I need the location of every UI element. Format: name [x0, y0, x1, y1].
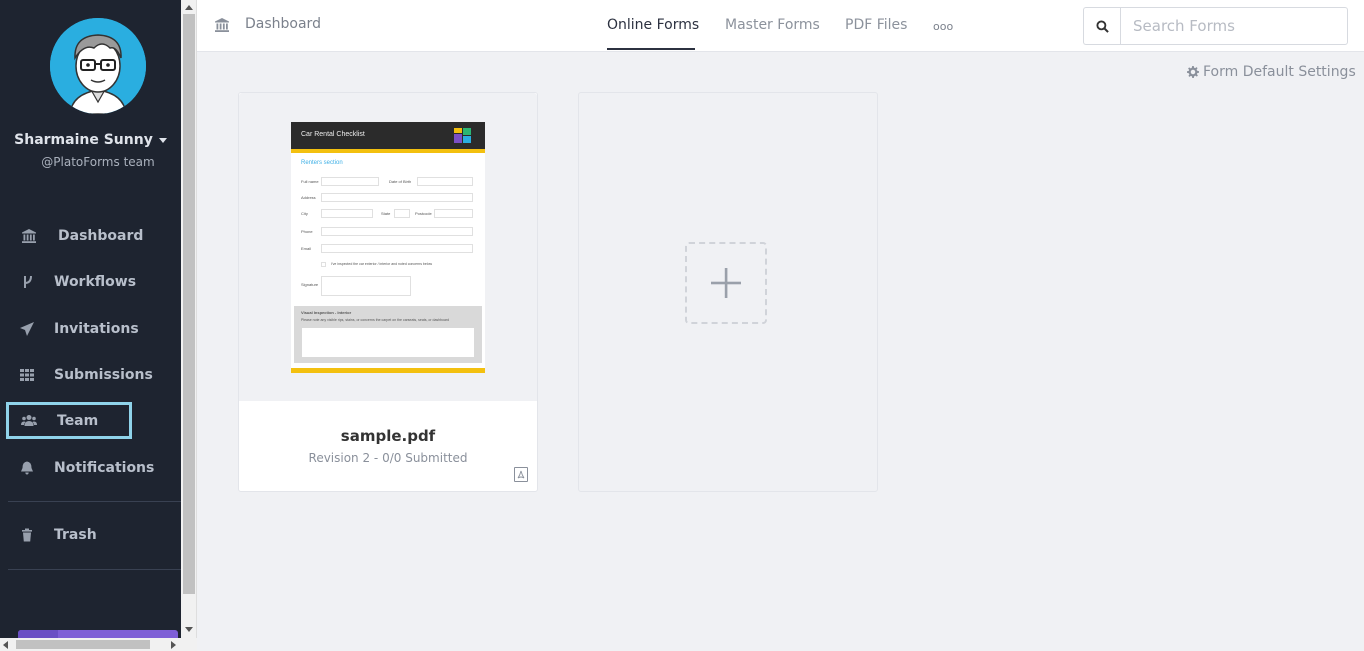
preview-field-label: Address: [301, 195, 316, 200]
trash-icon: [0, 527, 54, 543]
sidebar-item-notifications[interactable]: Notifications: [0, 453, 181, 483]
form-revision-status: Revision 2 - 0/0 Submitted: [308, 451, 468, 465]
user-name-dropdown[interactable]: Sharmaine Sunny: [0, 132, 181, 148]
tab-master-forms[interactable]: Master Forms: [725, 17, 820, 33]
tab-online-forms[interactable]: Online Forms: [607, 17, 699, 33]
avatar-image: [50, 18, 146, 114]
preview-field-label: Signature: [301, 282, 319, 287]
preview-field: [417, 177, 473, 186]
divider: [8, 569, 181, 570]
search-input[interactable]: [1120, 7, 1348, 45]
form-default-settings-link[interactable]: Form Default Settings: [1187, 64, 1356, 80]
sidebar-item-dashboard[interactable]: Dashboard: [0, 221, 181, 251]
team-highlight-outline: [6, 402, 132, 439]
tab-pdf-files[interactable]: PDF Files: [845, 17, 907, 33]
add-form-button[interactable]: [685, 242, 767, 324]
user-name: Sharmaine Sunny: [14, 132, 153, 148]
preview-field-label: Date of Birth: [389, 179, 412, 184]
preview-field: [321, 276, 411, 296]
sidebar-item-submissions[interactable]: Submissions: [0, 360, 181, 390]
scroll-right-arrow-icon[interactable]: [171, 641, 176, 649]
horizontal-scrollbar[interactable]: [0, 638, 181, 651]
preview-text-area: [302, 328, 474, 357]
plus-icon: [711, 268, 741, 298]
search-icon: [1096, 19, 1109, 33]
scroll-down-arrow-icon[interactable]: [181, 622, 197, 636]
divider: [8, 501, 181, 502]
preview-field-label: I've inspected the car exterior / interi…: [331, 262, 433, 266]
preview-field-label: City: [301, 211, 308, 216]
sidebar-item-label: Invitations: [54, 321, 139, 337]
pdf-file-icon[interactable]: [514, 467, 528, 482]
preview-field-label: Phone: [301, 229, 313, 234]
add-form-card[interactable]: [578, 92, 878, 492]
gear-icon: [1187, 66, 1199, 78]
form-thumbnail-area: Car Rental Checklist Renters section Ful…: [239, 93, 537, 401]
preview-field-label: Email: [301, 246, 312, 251]
preview-field: [394, 209, 410, 218]
form-card[interactable]: Car Rental Checklist Renters section Ful…: [238, 92, 538, 492]
preview-title: Car Rental Checklist: [301, 131, 365, 138]
scrollbar-corner: [181, 638, 197, 651]
preview-field-label: State: [381, 211, 391, 216]
preview-header: Car Rental Checklist: [291, 122, 485, 149]
active-tab-indicator: [607, 48, 695, 50]
preview-field: [321, 177, 379, 186]
form-title[interactable]: sample.pdf: [239, 427, 537, 445]
top-bar: Dashboard Online Forms Master Forms PDF …: [197, 0, 1364, 52]
preview-section-title: Renters section: [301, 160, 343, 166]
preview-yellow-bar: [291, 149, 485, 153]
scroll-left-arrow-icon[interactable]: [3, 641, 8, 649]
paper-plane-icon: [0, 321, 54, 337]
scroll-up-arrow-icon[interactable]: [181, 0, 197, 14]
scroll-thumb[interactable]: [16, 640, 150, 649]
preview-field: [321, 227, 473, 236]
breadcrumb[interactable]: Dashboard: [245, 16, 321, 32]
vertical-scrollbar[interactable]: [181, 0, 197, 638]
sidebar-item-label: Notifications: [54, 460, 155, 476]
preview-checkbox: [321, 262, 326, 267]
bell-icon: [0, 460, 54, 476]
caret-down-icon: [158, 137, 167, 143]
preview-field-label: Postcode: [415, 211, 432, 216]
sidebar: Sharmaine Sunny @PlatoForms team Dashboa…: [0, 0, 181, 651]
preview-field-label: Full name: [301, 179, 319, 184]
branch-icon: [0, 274, 54, 290]
preview-logo-icon: [454, 128, 471, 143]
sidebar-item-label: Submissions: [54, 367, 153, 383]
bank-icon: [214, 17, 230, 33]
scroll-thumb[interactable]: [183, 14, 195, 594]
sidebar-item-trash[interactable]: Trash: [0, 520, 181, 550]
preview-inspection-title: Visual Inspection - Interior: [301, 310, 352, 315]
bank-icon: [0, 228, 58, 244]
search-button[interactable]: [1083, 7, 1121, 45]
preview-field: [321, 209, 373, 218]
form-preview-image: Car Rental Checklist Renters section Ful…: [291, 122, 485, 373]
preview-field: [434, 209, 473, 218]
grid-icon: [0, 367, 54, 383]
sidebar-item-invitations[interactable]: Invitations: [0, 314, 181, 344]
settings-label: Form Default Settings: [1203, 64, 1356, 80]
more-tabs-icon[interactable]: ooo: [933, 20, 953, 33]
avatar[interactable]: [50, 18, 146, 114]
preview-field: [321, 244, 473, 253]
sidebar-item-workflows[interactable]: Workflows: [0, 267, 181, 297]
preview-field: [321, 193, 473, 202]
sidebar-item-label: Trash: [54, 527, 97, 543]
preview-inspection-text: Please note any visible rips, stains, or…: [301, 318, 450, 322]
preview-yellow-footer: [291, 368, 485, 373]
sidebar-item-label: Dashboard: [58, 228, 144, 244]
user-team: @PlatoForms team: [41, 155, 155, 169]
sidebar-item-label: Workflows: [54, 274, 137, 290]
